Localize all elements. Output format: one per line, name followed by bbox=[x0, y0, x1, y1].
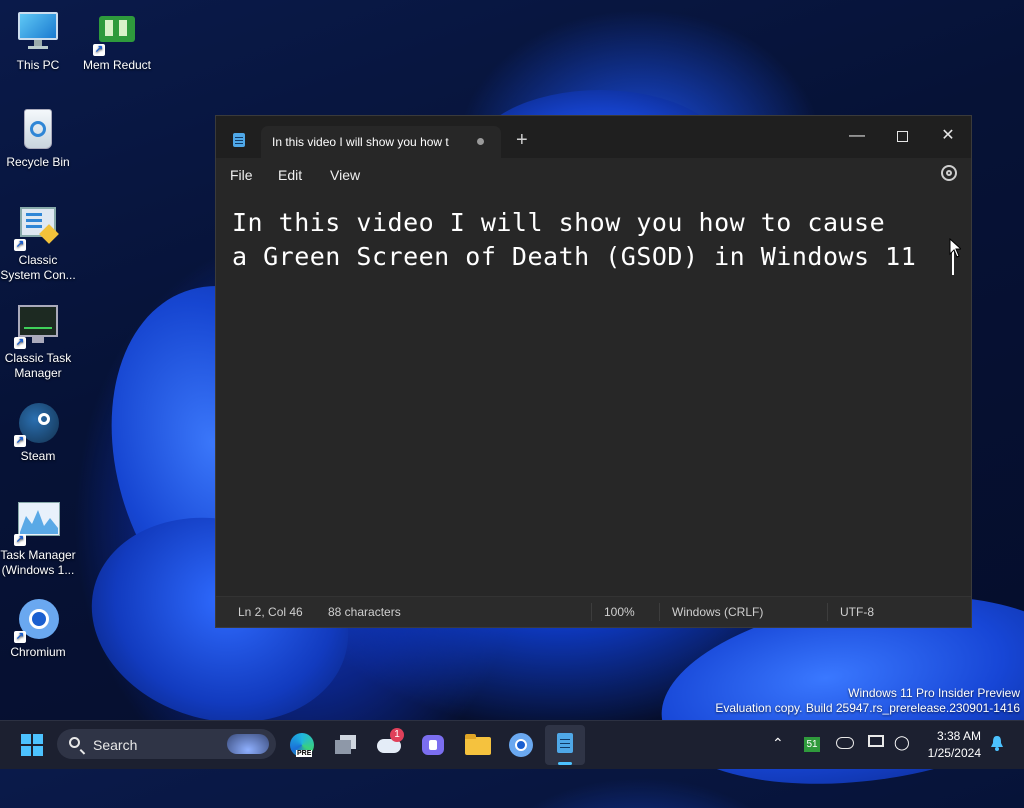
volume-muted-icon[interactable]: ◯ bbox=[894, 734, 910, 751]
status-divider bbox=[659, 603, 660, 621]
status-divider bbox=[591, 603, 592, 621]
encoding: UTF-8 bbox=[840, 605, 874, 619]
status-bar: Ln 2, Col 46 88 characters 100% Windows … bbox=[216, 596, 971, 627]
desktop-icon-label: Task Manager (Windows 1... bbox=[0, 548, 76, 577]
desktop-icon-mem-reduct[interactable]: ↗ Mem Reduct bbox=[79, 10, 155, 73]
watermark-line-1: Windows 11 Pro Insider Preview bbox=[848, 686, 1020, 700]
clock-time[interactable]: 3:38 AM bbox=[926, 729, 981, 743]
desktop-icon-label: Mem Reduct bbox=[82, 58, 152, 72]
desktop-icon-label: Classic Task Manager bbox=[4, 351, 72, 380]
tray-memory-indicator[interactable]: 51 bbox=[804, 737, 820, 752]
desktop-icon-recycle-bin[interactable]: Recycle Bin bbox=[0, 107, 76, 170]
settings-gear-icon[interactable] bbox=[941, 165, 957, 181]
tab-title: In this video I will show you how t bbox=[272, 135, 449, 149]
desktop-icon-classic-system-control[interactable]: ↗ Classic System Con... bbox=[0, 205, 76, 283]
taskbar-edge[interactable]: PRE bbox=[286, 729, 318, 761]
onedrive-offline-icon[interactable] bbox=[836, 737, 854, 749]
editor-line-2: a Green Screen of Death (GSOD) in Window… bbox=[232, 242, 917, 271]
control-panel-icon: ↗ bbox=[14, 205, 60, 251]
taskbar-notepad[interactable] bbox=[545, 725, 585, 765]
mouse-pointer-icon bbox=[949, 238, 961, 258]
chromium-icon: ↗ bbox=[14, 597, 60, 643]
taskbar-search-box[interactable]: Search bbox=[57, 729, 276, 759]
clock-date[interactable]: 1/25/2024 bbox=[920, 746, 981, 760]
taskbar-chromium[interactable] bbox=[505, 729, 537, 761]
search-label: Search bbox=[93, 737, 138, 753]
desktop-icon-label: This PC bbox=[16, 58, 60, 72]
folder-icon bbox=[465, 737, 491, 755]
recycle-bin-icon bbox=[16, 107, 60, 151]
text-editor[interactable]: In this video I will show you how to cau… bbox=[216, 191, 971, 597]
close-button[interactable]: ✕ bbox=[926, 122, 970, 150]
tray-overflow-chevron-icon[interactable]: ⌃ bbox=[772, 735, 784, 752]
desktop-icon-label: Recycle Bin bbox=[6, 155, 70, 169]
desktop-icon-chromium[interactable]: ↗ Chromium bbox=[0, 597, 76, 660]
desktop-icon-label: Steam bbox=[20, 449, 56, 463]
notepad-icon bbox=[557, 733, 573, 753]
zoom-level: 100% bbox=[604, 605, 635, 619]
desktop-icon-classic-task-manager[interactable]: ↗ Classic Task Manager bbox=[0, 303, 76, 381]
network-icon[interactable] bbox=[868, 735, 884, 747]
taskbar: Search PRE 1 ⌃ 51 ◯ 3:38 AM 1/25/2024 bbox=[0, 720, 1024, 769]
steam-icon: ↗ bbox=[14, 401, 60, 447]
desktop-icon-steam[interactable]: ↗ Steam bbox=[0, 401, 76, 464]
taskbar-widgets[interactable]: 1 bbox=[374, 728, 406, 761]
desktop-icon-label: Classic System Con... bbox=[0, 253, 76, 282]
notification-badge: 1 bbox=[390, 728, 404, 742]
task-manager-graph-icon: ↗ bbox=[14, 500, 60, 546]
status-divider bbox=[827, 603, 828, 621]
task-manager-icon: ↗ bbox=[14, 303, 60, 349]
memory-chip-icon: ↗ bbox=[93, 10, 139, 56]
taskbar-task-view[interactable] bbox=[330, 729, 362, 761]
desktop-icon-label: Chromium bbox=[10, 645, 66, 659]
taskbar-video-app[interactable] bbox=[418, 729, 450, 761]
windows-logo-icon bbox=[21, 734, 43, 756]
title-bar[interactable]: In this video I will show you how t + — … bbox=[216, 116, 971, 158]
notification-bell-icon[interactable] bbox=[990, 735, 1004, 754]
maximize-button[interactable] bbox=[880, 122, 924, 150]
menu-file[interactable]: File bbox=[230, 167, 253, 183]
monitor-icon bbox=[16, 10, 60, 54]
menu-edit[interactable]: Edit bbox=[278, 167, 302, 183]
search-icon bbox=[69, 737, 80, 748]
minimize-button[interactable]: — bbox=[835, 122, 879, 150]
unsaved-dot-icon[interactable] bbox=[477, 138, 484, 145]
start-button[interactable] bbox=[16, 729, 48, 761]
search-highlight-icon bbox=[227, 734, 269, 754]
character-count: 88 characters bbox=[328, 605, 401, 619]
desktop-icon-this-pc[interactable]: This PC bbox=[0, 10, 76, 73]
editor-line-1: In this video I will show you how to cau… bbox=[232, 208, 886, 237]
taskbar-file-explorer[interactable] bbox=[462, 729, 494, 761]
tab-document[interactable]: In this video I will show you how t bbox=[261, 126, 501, 158]
notepad-window: In this video I will show you how t + — … bbox=[215, 115, 972, 628]
menu-bar: File Edit View bbox=[216, 158, 971, 191]
notepad-icon bbox=[233, 133, 245, 147]
watermark-line-2: Evaluation copy. Build 25947.rs_prerelea… bbox=[715, 701, 1020, 715]
desktop-icon-task-manager[interactable]: ↗ Task Manager (Windows 1... bbox=[0, 500, 76, 578]
new-tab-plus-icon[interactable]: + bbox=[516, 130, 528, 150]
maximize-icon bbox=[896, 131, 908, 142]
line-ending: Windows (CRLF) bbox=[672, 605, 764, 619]
menu-view[interactable]: View bbox=[330, 167, 360, 183]
cursor-position: Ln 2, Col 46 bbox=[238, 605, 303, 619]
active-indicator bbox=[558, 762, 572, 765]
